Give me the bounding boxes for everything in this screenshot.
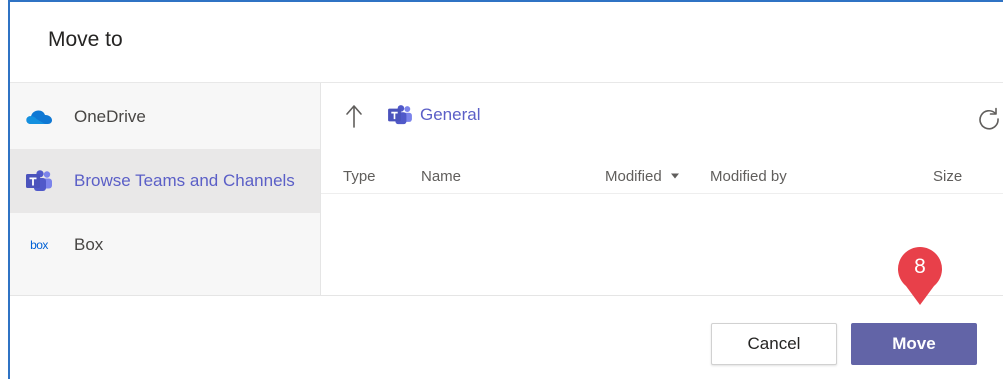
- column-type[interactable]: Type: [343, 168, 376, 185]
- arrow-up-icon[interactable]: [343, 103, 365, 129]
- move-to-dialog: Move to OneDrive Browse Teams and Channe…: [8, 0, 1003, 379]
- dialog-title: Move to: [48, 28, 123, 51]
- step-number: 8: [914, 255, 926, 278]
- sort-down-icon: [670, 173, 679, 179]
- column-modified[interactable]: Modified: [605, 168, 680, 185]
- onedrive-icon: [24, 105, 54, 129]
- column-size[interactable]: Size: [933, 168, 962, 185]
- step-marker: 8: [892, 242, 948, 306]
- sidebar-item-box[interactable]: box Box: [10, 213, 320, 277]
- move-button[interactable]: Move: [851, 323, 977, 365]
- location-sidebar: OneDrive Browse Teams and Channels box B…: [10, 83, 321, 295]
- breadcrumb-current[interactable]: General: [420, 105, 480, 125]
- teams-icon: [387, 104, 413, 128]
- sidebar-item-browse-teams[interactable]: Browse Teams and Channels: [10, 149, 320, 213]
- cancel-button[interactable]: Cancel: [711, 323, 837, 365]
- column-name[interactable]: Name: [421, 168, 461, 185]
- column-header-divider: [321, 193, 1003, 194]
- sidebar-item-label: OneDrive: [74, 107, 146, 126]
- sidebar-item-label: Box: [74, 235, 104, 254]
- refresh-icon[interactable]: [975, 105, 1003, 133]
- box-icon: box: [30, 238, 48, 252]
- column-modified-by[interactable]: Modified by: [710, 168, 787, 185]
- teams-icon: [24, 169, 54, 193]
- footer-divider: [10, 295, 1003, 296]
- sidebar-item-onedrive[interactable]: OneDrive: [10, 85, 320, 149]
- sidebar-item-label: Browse Teams and Channels: [74, 171, 295, 190]
